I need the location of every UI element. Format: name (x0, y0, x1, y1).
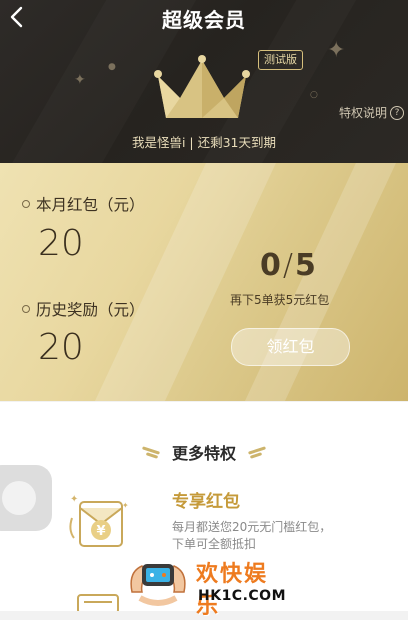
rewards-panel: 本月红包（元） 20 历史奖励（元） 20 0/5 再下5单获5元红包 领红包 (0, 163, 408, 401)
beta-badge: 测试版 (258, 50, 303, 70)
sparkle-icon: ● (108, 62, 116, 72)
svg-text:✦: ✦ (70, 494, 78, 505)
next-perk-icon (77, 594, 119, 611)
claim-red-packet-button[interactable]: 领红包 (231, 328, 350, 366)
monthly-label: 本月红包（元） (22, 193, 145, 215)
perk-desc-line: 下单可全额抵扣 (172, 537, 257, 551)
help-icon: ? (390, 105, 404, 120)
history-label: 历史奖励（元） (22, 298, 145, 320)
sparkle-icon: ✦ (74, 72, 86, 88)
section-title: 更多特权 (171, 444, 236, 463)
monthly-value: 20 (38, 223, 84, 264)
progress-done: 0 (260, 248, 281, 283)
page-title: 超级会员 (162, 8, 246, 32)
member-hero: 超级会员 ✦ ✦ ● ○ 测试版 特权说明 ? 我是怪兽i | 还剩31天到期 (0, 0, 408, 163)
progress-hint: 再下5单获5元红包 (230, 293, 330, 307)
section-header: 更多特权 (0, 440, 408, 464)
watermark-url: HK1C.COM (198, 588, 287, 604)
bullet-ring-icon (22, 305, 30, 313)
monthly-label-text: 本月红包（元） (36, 196, 145, 214)
sparkle-icon: ○ (310, 90, 318, 100)
perk-desc-line: 每月都送您20元无门槛红包， (172, 520, 332, 534)
wing-right-icon (246, 447, 268, 457)
privilege-info-label: 特权说明 (338, 106, 387, 120)
member-status: 我是怪兽i | 还剩31天到期 (131, 135, 277, 150)
red-packet-envelope-icon: ✦ ✦ ¥ (69, 494, 129, 547)
history-value: 20 (38, 327, 84, 368)
progress-total: 5 (294, 248, 316, 283)
sparkle-icon: ✦ (327, 38, 346, 63)
yuan-symbol: ¥ (96, 524, 105, 539)
svg-text:✦: ✦ (122, 501, 129, 510)
wing-left-icon (140, 447, 162, 457)
bullet-ring-icon (22, 200, 30, 208)
perk-description: 每月都送您20元无门槛红包， 下单可全额抵扣 (172, 519, 362, 553)
gamepad-hands-icon (130, 564, 186, 606)
floating-assistive-button[interactable] (0, 465, 52, 531)
order-progress: 0/5 (260, 248, 316, 283)
privilege-info-link[interactable]: 特权说明 ? (339, 104, 404, 121)
site-watermark: 欢快娱乐 HK1C.COM (128, 552, 288, 619)
progress-sep: / (282, 248, 293, 283)
history-label-text: 历史奖励（元） (36, 301, 145, 319)
crown-icon (154, 55, 250, 118)
perk-title: 专享红包 (172, 492, 240, 512)
